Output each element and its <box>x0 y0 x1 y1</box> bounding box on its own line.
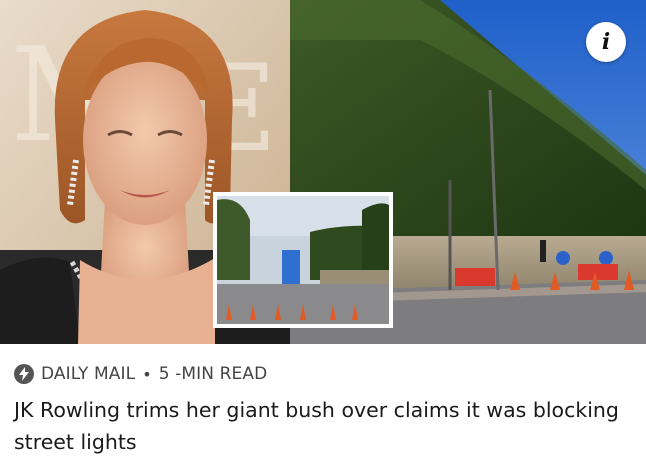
meta-separator: • <box>142 364 152 384</box>
info-icon-glyph: i <box>601 29 611 55</box>
hero-composite-photo: M E <box>0 0 646 344</box>
article-hero-image[interactable]: M E <box>0 0 646 344</box>
article-headline[interactable]: JK Rowling trims her giant bush over cla… <box>14 394 634 458</box>
info-icon[interactable]: i <box>586 22 626 62</box>
read-time: 5 -MIN READ <box>158 364 268 384</box>
inset-street-photo <box>213 192 393 328</box>
article-meta: DAILY MAIL • 5 -MIN READ <box>14 360 267 388</box>
source-name[interactable]: DAILY MAIL <box>41 364 135 384</box>
article-card[interactable]: M E <box>0 0 646 473</box>
bolt-icon <box>14 364 34 384</box>
